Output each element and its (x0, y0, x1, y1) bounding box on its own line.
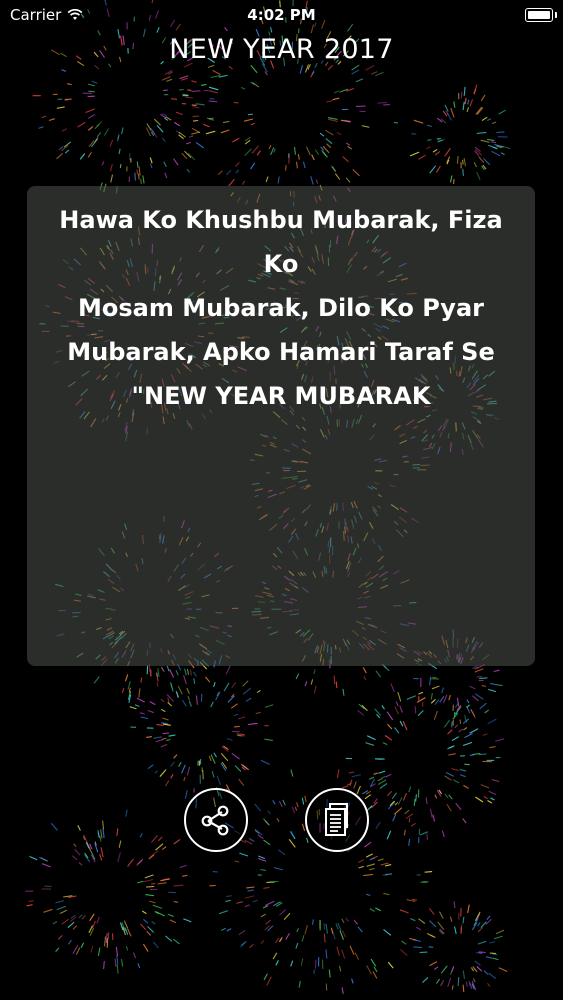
app-screen: Carrier 4:02 PM NEW YEAR 2017 Hawa Ko Kh… (0, 0, 563, 1000)
firework-burst (409, 901, 508, 992)
battery-icon (525, 8, 557, 22)
share-button[interactable] (184, 788, 248, 852)
firework-burst (409, 84, 511, 185)
page-title: NEW YEAR 2017 (169, 34, 394, 65)
message-card: Hawa Ko Khushbu Mubarak, Fiza Ko Mosam M… (27, 186, 535, 666)
share-icon (201, 805, 229, 836)
firework-burst (129, 655, 274, 809)
firework-burst (24, 809, 192, 974)
copy-icon (325, 803, 348, 836)
status-time: 4:02 PM (247, 6, 316, 24)
firework-burst (181, 0, 399, 207)
message-text: Hawa Ko Khushbu Mubarak, Fiza Ko Mosam M… (59, 206, 503, 410)
battery-level (528, 11, 550, 19)
copy-button[interactable] (305, 788, 369, 852)
status-bar: Carrier 4:02 PM (0, 0, 563, 30)
